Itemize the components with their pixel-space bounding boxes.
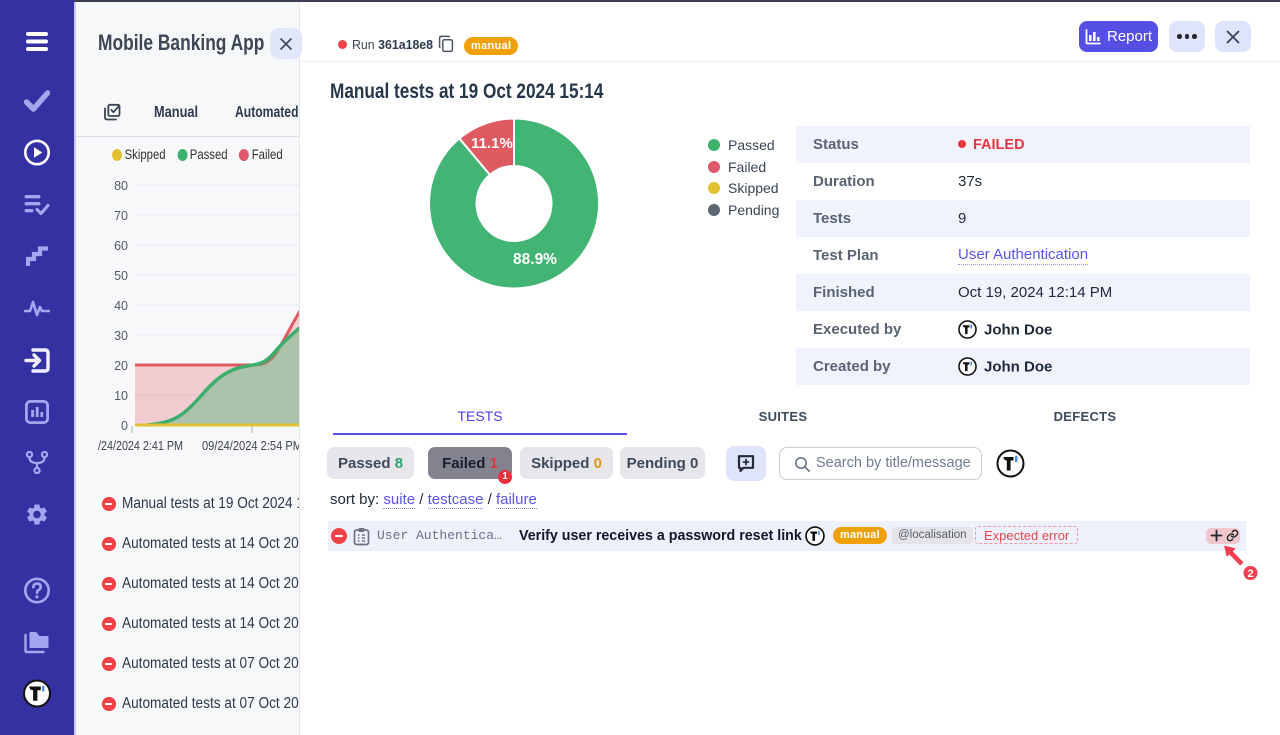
- svg-text:/24/2024 2:41 PM: /24/2024 2:41 PM: [98, 439, 183, 453]
- svg-text:60: 60: [114, 239, 128, 253]
- svg-text:0: 0: [121, 419, 128, 433]
- svg-text:80: 80: [114, 179, 128, 193]
- svg-text:50: 50: [114, 269, 128, 283]
- svg-text:30: 30: [114, 329, 128, 343]
- svg-text:40: 40: [114, 299, 128, 313]
- svg-text:09/24/2024 2:54 PM: 09/24/2024 2:54 PM: [202, 439, 300, 453]
- svg-text:10: 10: [114, 389, 128, 403]
- svg-text:2: 2: [1247, 568, 1253, 580]
- svg-text:88.9%: 88.9%: [513, 251, 557, 268]
- svg-text:70: 70: [114, 209, 128, 223]
- svg-text:11.1%: 11.1%: [471, 135, 513, 152]
- svg-text:20: 20: [114, 359, 128, 373]
